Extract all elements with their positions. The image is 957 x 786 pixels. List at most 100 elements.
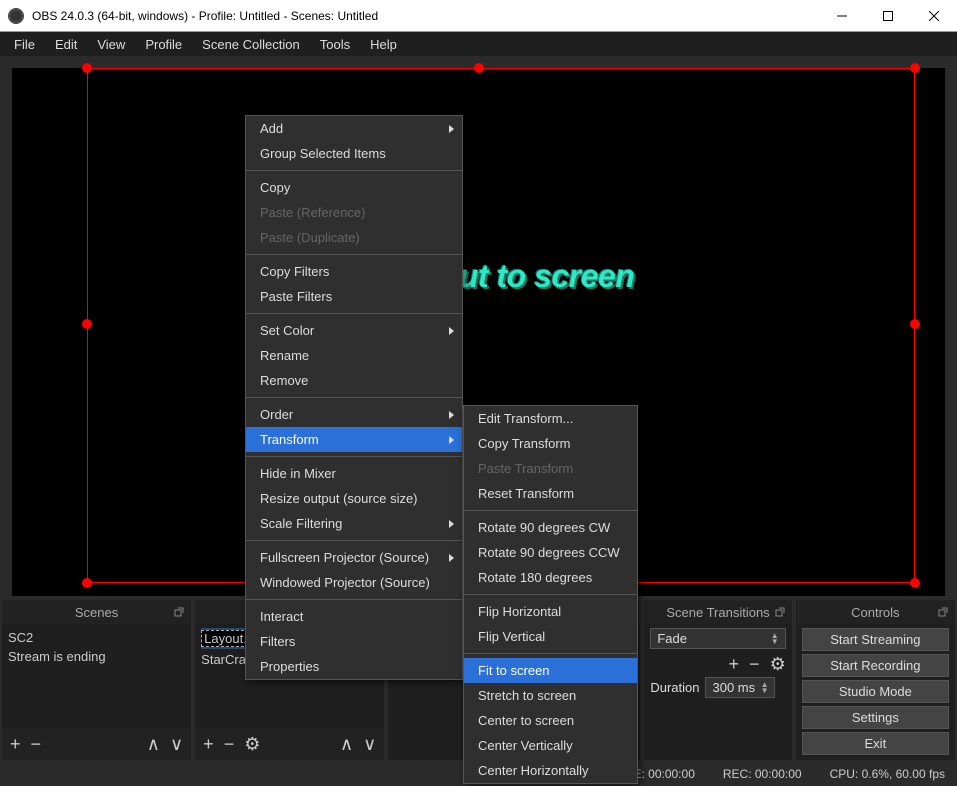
menu-item-fullscreen-projector-source[interactable]: Fullscreen Projector (Source) [246,545,462,570]
studio-mode-button[interactable]: Studio Mode [802,680,949,703]
status-rec: REC: 00:00:00 [723,767,802,781]
menu-item-order[interactable]: Order [246,402,462,427]
menu-item-copy-filters[interactable]: Copy Filters [246,259,462,284]
exit-button[interactable]: Exit [802,732,949,755]
resize-handle-icon[interactable] [910,63,920,73]
menu-separator [246,599,462,600]
source-properties-button[interactable]: ⚙ [244,735,260,753]
resize-handle-icon[interactable] [910,319,920,329]
transition-select[interactable]: Fade▲▼ [650,628,785,649]
menu-item-group-selected-items[interactable]: Group Selected Items [246,141,462,166]
menu-file[interactable]: File [4,37,45,52]
menu-item-paste-transform: Paste Transform [464,456,637,481]
menu-item-add[interactable]: Add [246,116,462,141]
submenu-arrow-icon [449,436,454,444]
source-context-menu: AddGroup Selected ItemsCopyPaste (Refere… [245,115,463,680]
menu-item-rename[interactable]: Rename [246,343,462,368]
menu-item-paste-duplicate: Paste (Duplicate) [246,225,462,250]
menu-item-center-vertically[interactable]: Center Vertically [464,733,637,758]
menu-item-rotate-90-degrees-cw[interactable]: Rotate 90 degrees CW [464,515,637,540]
close-button[interactable] [911,0,957,32]
panel-title: Scene Transitions [666,605,769,620]
start-recording-button[interactable]: Start Recording [802,654,949,677]
add-source-button[interactable]: + [203,735,214,753]
menu-separator [246,540,462,541]
start-streaming-button[interactable]: Start Streaming [802,628,949,651]
menu-item-hide-in-mixer[interactable]: Hide in Mixer [246,461,462,486]
menu-item-flip-horizontal[interactable]: Flip Horizontal [464,599,637,624]
controls-panel: Controls Start Streaming Start Recording S… [796,600,955,760]
menu-item-rotate-90-degrees-ccw[interactable]: Rotate 90 degrees CCW [464,540,637,565]
submenu-arrow-icon [449,520,454,528]
menu-separator [246,397,462,398]
settings-button[interactable]: Settings [802,706,949,729]
add-scene-button[interactable]: + [10,735,21,753]
submenu-arrow-icon [449,411,454,419]
move-scene-up-button[interactable]: ∧ [147,735,160,753]
menu-item-paste-filters[interactable]: Paste Filters [246,284,462,309]
menu-bar: FileEditViewProfileScene CollectionTools… [0,32,957,56]
menu-item-stretch-to-screen[interactable]: Stretch to screen [464,683,637,708]
add-transition-button[interactable]: + [729,655,740,673]
menu-item-transform[interactable]: Transform [246,427,462,452]
move-source-up-button[interactable]: ∧ [340,735,353,753]
move-scene-down-button[interactable]: ∨ [170,735,183,753]
remove-source-button[interactable]: − [224,735,235,753]
menu-help[interactable]: Help [360,37,407,52]
panel-title: Scenes [75,605,118,620]
menu-item-interact[interactable]: Interact [246,604,462,629]
move-source-down-button[interactable]: ∨ [363,735,376,753]
title-bar: OBS 24.0.3 (64-bit, windows) - Profile: … [0,0,957,32]
menu-item-copy[interactable]: Copy [246,175,462,200]
popout-icon[interactable] [173,606,185,618]
menu-separator [246,254,462,255]
menu-scene-collection[interactable]: Scene Collection [192,37,310,52]
menu-view[interactable]: View [87,37,135,52]
menu-item-set-color[interactable]: Set Color [246,318,462,343]
duration-label: Duration [650,680,699,695]
menu-item-center-to-screen[interactable]: Center to screen [464,708,637,733]
panel-title: Controls [851,605,899,620]
resize-handle-icon[interactable] [910,578,920,588]
menu-item-copy-transform[interactable]: Copy Transform [464,431,637,456]
scene-item[interactable]: SC2 [8,628,185,647]
menu-item-windowed-projector-source[interactable]: Windowed Projector (Source) [246,570,462,595]
submenu-arrow-icon [449,554,454,562]
popout-icon[interactable] [937,606,949,618]
menu-item-reset-transform[interactable]: Reset Transform [464,481,637,506]
menu-item-resize-output-source-size[interactable]: Resize output (source size) [246,486,462,511]
resize-handle-icon[interactable] [82,578,92,588]
menu-separator [464,594,637,595]
menu-item-center-horizontally[interactable]: Center Horizontally [464,758,637,783]
menu-separator [246,170,462,171]
resize-handle-icon[interactable] [82,63,92,73]
remove-transition-button[interactable]: − [749,655,760,673]
menu-item-rotate-180-degrees[interactable]: Rotate 180 degrees [464,565,637,590]
minimize-button[interactable] [819,0,865,32]
scene-item[interactable]: Stream is ending [8,647,185,666]
menu-item-edit-transform[interactable]: Edit Transform... [464,406,637,431]
resize-handle-icon[interactable] [82,319,92,329]
submenu-arrow-icon [449,327,454,335]
menu-item-filters[interactable]: Filters [246,629,462,654]
status-cpu: CPU: 0.6%, 60.00 fps [830,767,945,781]
menu-item-flip-vertical[interactable]: Flip Vertical [464,624,637,649]
obs-logo-icon [8,8,24,24]
menu-separator [246,313,462,314]
menu-item-properties[interactable]: Properties [246,654,462,679]
duration-spinner[interactable]: 300 ms▲▼ [705,677,775,698]
popout-icon[interactable] [774,606,786,618]
menu-item-fit-to-screen[interactable]: Fit to screen [464,658,637,683]
transition-properties-button[interactable]: ⚙ [770,655,786,673]
resize-handle-icon[interactable] [474,63,484,73]
maximize-button[interactable] [865,0,911,32]
menu-edit[interactable]: Edit [45,37,87,52]
remove-scene-button[interactable]: − [31,735,42,753]
menu-tools[interactable]: Tools [310,37,360,52]
menu-profile[interactable]: Profile [135,37,192,52]
transitions-panel: Scene Transitions Fade▲▼ + − ⚙ Duration … [644,600,791,760]
submenu-arrow-icon [449,125,454,133]
menu-item-scale-filtering[interactable]: Scale Filtering [246,511,462,536]
menu-item-remove[interactable]: Remove [246,368,462,393]
menu-separator [464,653,637,654]
